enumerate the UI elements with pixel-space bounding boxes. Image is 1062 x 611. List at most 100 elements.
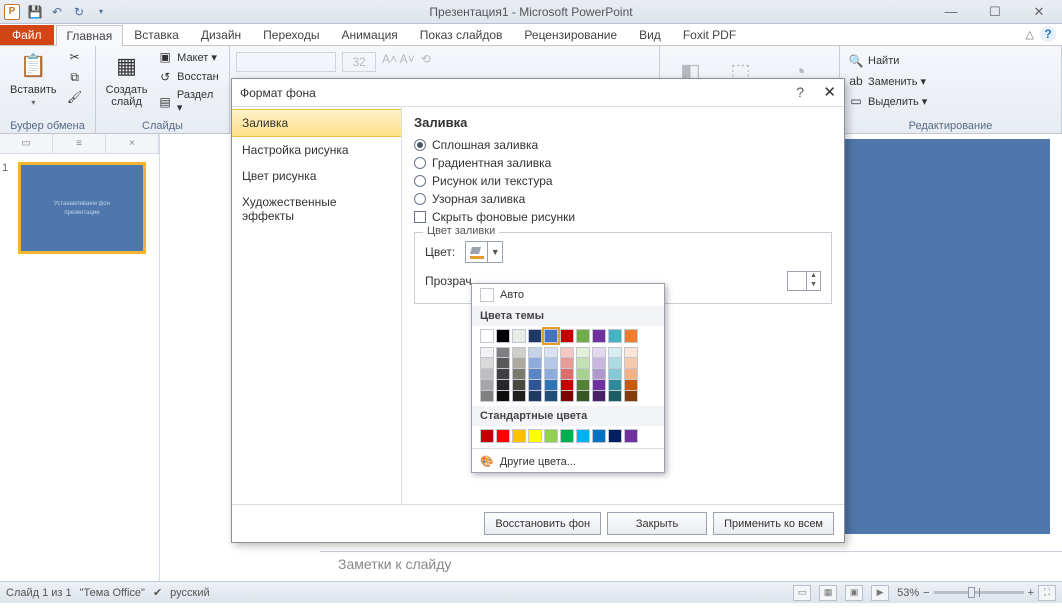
color-swatch[interactable]: [592, 358, 606, 369]
new-slide-button[interactable]: ▦ Создать слайд: [102, 48, 151, 110]
color-swatch[interactable]: [496, 380, 510, 391]
nav-item-picture[interactable]: Настройка рисунка: [232, 137, 401, 163]
color-swatch[interactable]: [608, 369, 622, 380]
color-swatch[interactable]: [624, 329, 638, 343]
color-swatch[interactable]: [512, 358, 526, 369]
color-swatch[interactable]: [576, 429, 590, 443]
close-dialog-button[interactable]: Закрыть: [607, 512, 707, 535]
color-swatch[interactable]: [512, 391, 526, 402]
color-swatch[interactable]: [624, 380, 638, 391]
color-swatch[interactable]: [576, 369, 590, 380]
copy-button[interactable]: ⧉: [65, 68, 85, 86]
color-swatch[interactable]: [576, 380, 590, 391]
color-swatch[interactable]: [592, 329, 606, 343]
save-icon[interactable]: 💾: [26, 3, 44, 21]
color-swatch[interactable]: [624, 369, 638, 380]
section-button[interactable]: ▤Раздел ▾: [155, 88, 223, 115]
color-swatch[interactable]: [560, 380, 574, 391]
color-swatch[interactable]: [480, 358, 494, 369]
tab-home[interactable]: Главная: [56, 25, 124, 46]
view-reading-button[interactable]: ▣: [845, 585, 863, 601]
color-swatch[interactable]: [544, 347, 558, 358]
color-swatch[interactable]: [480, 329, 494, 343]
color-swatch[interactable]: [480, 391, 494, 402]
auto-color-item[interactable]: Авто: [472, 284, 664, 306]
close-button[interactable]: ✕: [1026, 4, 1052, 20]
undo-icon[interactable]: ↶: [48, 3, 66, 21]
color-swatch[interactable]: [480, 347, 494, 358]
color-swatch[interactable]: [624, 347, 638, 358]
color-swatch[interactable]: [592, 369, 606, 380]
tab-view[interactable]: Вид: [628, 24, 672, 45]
color-swatch[interactable]: [592, 429, 606, 443]
color-swatch[interactable]: [480, 380, 494, 391]
color-swatch[interactable]: [544, 358, 558, 369]
color-swatch[interactable]: [560, 329, 574, 343]
zoom-in-button[interactable]: +: [1028, 587, 1034, 599]
chevron-down-icon[interactable]: ▼: [806, 281, 820, 290]
cut-button[interactable]: ✂: [65, 48, 85, 66]
color-swatch[interactable]: [544, 429, 558, 443]
color-swatch[interactable]: [624, 429, 638, 443]
zoom-slider[interactable]: [934, 591, 1024, 594]
nav-item-effects[interactable]: Художественные эффекты: [232, 189, 401, 229]
color-swatch[interactable]: [512, 429, 526, 443]
color-swatch[interactable]: [496, 347, 510, 358]
tab-design[interactable]: Дизайн: [190, 24, 252, 45]
radio-solid[interactable]: Сплошная заливка: [414, 136, 832, 154]
color-swatch[interactable]: [512, 380, 526, 391]
reset-button[interactable]: ↺Восстан: [155, 68, 223, 86]
view-sorter-button[interactable]: ▦: [819, 585, 837, 601]
color-swatch[interactable]: [560, 429, 574, 443]
tab-animation[interactable]: Анимация: [330, 24, 408, 45]
color-swatch[interactable]: [624, 358, 638, 369]
find-button[interactable]: 🔍Найти: [846, 52, 1055, 70]
color-swatch[interactable]: [496, 429, 510, 443]
color-swatch[interactable]: [496, 329, 510, 343]
zoom-out-button[interactable]: −: [923, 587, 929, 599]
color-swatch[interactable]: [576, 391, 590, 402]
color-swatch[interactable]: [528, 358, 542, 369]
tab-transitions[interactable]: Переходы: [252, 24, 330, 45]
help-icon[interactable]: ?: [1040, 26, 1056, 42]
color-swatch[interactable]: [608, 329, 622, 343]
color-swatch[interactable]: [608, 429, 622, 443]
notes-pane[interactable]: Заметки к слайду: [320, 551, 1062, 581]
color-swatch[interactable]: [624, 391, 638, 402]
layout-button[interactable]: ▣Макет ▾: [155, 48, 223, 66]
nav-item-color[interactable]: Цвет рисунка: [232, 163, 401, 189]
slides-tab[interactable]: ▭: [0, 134, 53, 153]
redo-icon[interactable]: ↻: [70, 3, 88, 21]
qat-customize-icon[interactable]: ▾: [92, 3, 110, 21]
color-swatch[interactable]: [480, 369, 494, 380]
radio-picture[interactable]: Рисунок или текстура: [414, 172, 832, 190]
color-swatch[interactable]: [528, 369, 542, 380]
color-swatch[interactable]: [496, 391, 510, 402]
color-swatch[interactable]: [528, 429, 542, 443]
color-swatch[interactable]: [576, 329, 590, 343]
minimize-button[interactable]: —: [938, 4, 964, 20]
chevron-up-icon[interactable]: ▲: [806, 272, 820, 281]
color-swatch[interactable]: [576, 347, 590, 358]
color-swatch[interactable]: [480, 429, 494, 443]
color-swatch[interactable]: [528, 347, 542, 358]
color-swatch[interactable]: [496, 358, 510, 369]
dialog-close-button[interactable]: ✕: [823, 83, 836, 101]
replace-button[interactable]: abЗаменить ▾: [846, 72, 1055, 90]
color-swatch[interactable]: [592, 380, 606, 391]
color-swatch[interactable]: [592, 391, 606, 402]
radio-gradient[interactable]: Градиентная заливка: [414, 154, 832, 172]
color-swatch[interactable]: [608, 391, 622, 402]
format-painter-button[interactable]: 🖌: [65, 88, 85, 106]
radio-pattern[interactable]: Узорная заливка: [414, 190, 832, 208]
tab-slideshow[interactable]: Показ слайдов: [409, 24, 514, 45]
ribbon-collapse-icon[interactable]: △: [1026, 28, 1034, 41]
outline-tab[interactable]: ≡: [53, 134, 106, 153]
select-button[interactable]: ▭Выделить ▾: [846, 92, 1055, 110]
color-swatch[interactable]: [560, 347, 574, 358]
checkbox-hide-bg[interactable]: Скрыть фоновые рисунки: [414, 208, 832, 226]
spellcheck-icon[interactable]: ✔: [153, 586, 162, 599]
color-swatch[interactable]: [512, 347, 526, 358]
view-normal-button[interactable]: ▭: [793, 585, 811, 601]
color-swatch[interactable]: [608, 380, 622, 391]
